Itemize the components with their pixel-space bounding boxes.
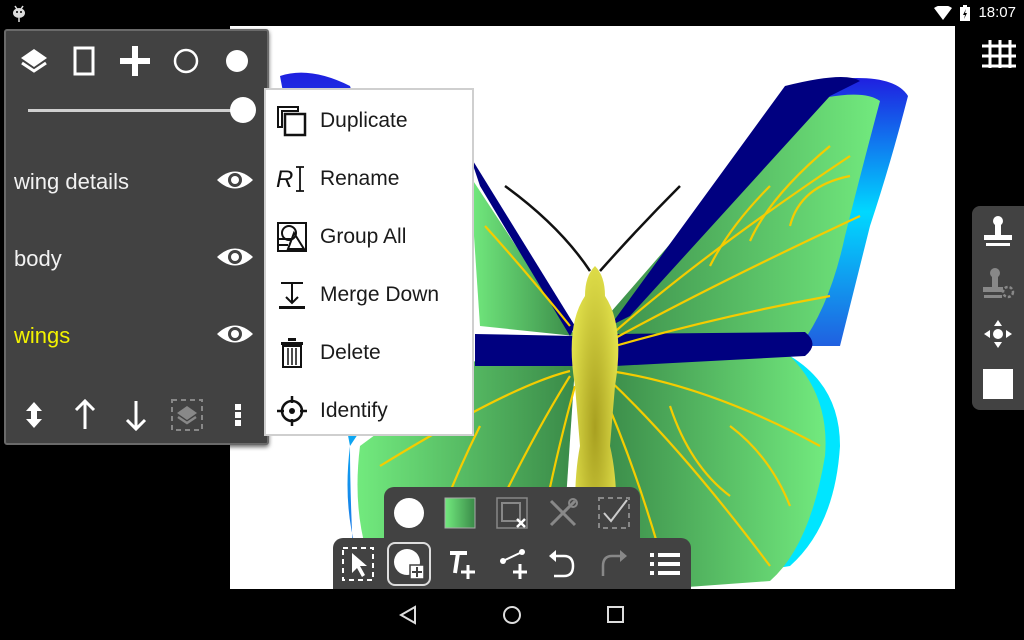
right-toolbar xyxy=(972,206,1024,410)
color-swatch-button[interactable] xyxy=(978,364,1018,404)
menu-item-group-all[interactable]: Group All xyxy=(266,208,472,266)
hollow-circle-icon xyxy=(173,48,199,74)
gradient-icon xyxy=(444,497,476,529)
select-layer-button[interactable] xyxy=(167,395,207,435)
more-options-icon xyxy=(235,404,241,426)
fill-color-button[interactable] xyxy=(389,493,429,533)
navigation-bar xyxy=(0,589,1024,640)
page-button[interactable] xyxy=(64,41,104,81)
move-up-button[interactable] xyxy=(65,395,105,435)
more-options-button[interactable] xyxy=(218,395,258,435)
grid-button[interactable] xyxy=(978,34,1018,74)
menu-label: Rename xyxy=(320,167,400,190)
android-debug-icon xyxy=(13,5,25,22)
bottom-toolbar-main xyxy=(333,538,691,590)
layer-row[interactable]: wing details xyxy=(6,151,267,211)
wifi-icon xyxy=(934,6,952,20)
list-button[interactable] xyxy=(645,544,685,584)
svg-text:R: R xyxy=(276,166,293,193)
battery-charging-icon xyxy=(960,5,970,21)
gradient-button[interactable] xyxy=(440,493,480,533)
layer-row[interactable]: body xyxy=(6,228,267,288)
menu-item-duplicate[interactable]: Duplicate xyxy=(266,92,472,150)
merge-down-icon xyxy=(279,282,305,309)
move-down-button[interactable] xyxy=(116,395,156,435)
add-path-icon xyxy=(500,549,527,579)
outline-button[interactable] xyxy=(166,41,206,81)
add-path-button[interactable] xyxy=(495,544,535,584)
select-button[interactable] xyxy=(338,544,378,584)
undo-icon xyxy=(549,550,575,578)
group-icon xyxy=(277,222,307,252)
add-shape-button[interactable] xyxy=(387,542,431,586)
move-down-icon xyxy=(125,401,147,431)
move-icon xyxy=(984,320,1012,348)
back-icon[interactable] xyxy=(398,605,418,625)
layers-icon xyxy=(21,49,47,73)
add-layer-icon xyxy=(120,46,150,76)
eye-icon[interactable] xyxy=(215,242,255,272)
menu-item-merge-down[interactable]: Merge Down xyxy=(266,266,472,324)
opacity-slider-thumb[interactable] xyxy=(230,97,256,123)
grid-icon xyxy=(982,40,1016,68)
layer-name: wings xyxy=(14,323,71,348)
menu-label: Identify xyxy=(320,399,388,422)
add-layer-button[interactable] xyxy=(115,41,155,81)
duplicate-icon xyxy=(277,106,307,137)
menu-label: Group All xyxy=(320,225,407,248)
opacity-slider[interactable] xyxy=(28,109,243,112)
move-button[interactable] xyxy=(978,314,1018,354)
color-swatch-icon xyxy=(983,369,1013,399)
layer-name: body xyxy=(14,246,62,271)
redo-button[interactable] xyxy=(595,544,635,584)
page-icon xyxy=(73,46,95,76)
recents-icon[interactable] xyxy=(606,605,626,625)
left-crossband xyxy=(475,334,575,366)
menu-item-rename[interactable]: R Rename xyxy=(266,150,472,208)
add-text-button[interactable] xyxy=(443,544,483,584)
menu-label: Duplicate xyxy=(320,109,408,132)
menu-item-delete[interactable]: Delete xyxy=(266,324,472,382)
menu-label: Merge Down xyxy=(320,283,440,306)
status-bar: 18:07 xyxy=(0,0,1024,26)
menu-label: Delete xyxy=(320,341,381,364)
add-text-icon xyxy=(450,551,475,579)
confirm-selection-button[interactable] xyxy=(594,493,634,533)
redo-icon xyxy=(601,550,627,576)
select-layer-icon xyxy=(171,399,203,431)
stamp-settings-button[interactable] xyxy=(978,264,1018,304)
stamp-icon xyxy=(984,216,1012,246)
rename-icon: R xyxy=(276,166,304,193)
add-shape-icon xyxy=(394,549,425,580)
layers-button[interactable] xyxy=(14,41,54,81)
move-up-icon xyxy=(74,399,96,429)
layer-row-active[interactable]: wings xyxy=(6,305,267,365)
filled-circle-icon xyxy=(226,50,248,72)
tools-button[interactable] xyxy=(543,493,583,533)
list-icon xyxy=(650,553,680,575)
confirm-selection-icon xyxy=(598,497,630,529)
stamp-settings-icon xyxy=(983,268,1015,299)
clear-selection-icon xyxy=(496,497,528,529)
reorder-icon xyxy=(26,402,42,428)
home-icon[interactable] xyxy=(501,604,523,626)
eye-icon[interactable] xyxy=(215,165,255,195)
delete-icon xyxy=(281,338,303,368)
bottom-toolbar-secondary xyxy=(384,487,640,539)
stamp-button[interactable] xyxy=(978,212,1018,252)
eye-icon[interactable] xyxy=(215,319,255,349)
tools-icon xyxy=(549,498,578,527)
identify-icon xyxy=(277,396,307,426)
layer-name: wing details xyxy=(14,169,129,194)
fill-color-icon xyxy=(394,498,424,528)
reorder-button[interactable] xyxy=(14,395,54,435)
clear-selection-button[interactable] xyxy=(492,493,532,533)
fill-button[interactable] xyxy=(217,41,257,81)
clock: 18:07 xyxy=(978,4,1016,21)
layers-panel: wing details body wings xyxy=(4,29,269,445)
layer-context-menu: Duplicate R Rename Group All Merge Down … xyxy=(264,88,474,436)
menu-item-identify[interactable]: Identify xyxy=(266,382,472,440)
select-icon xyxy=(342,547,374,581)
undo-button[interactable] xyxy=(541,544,581,584)
